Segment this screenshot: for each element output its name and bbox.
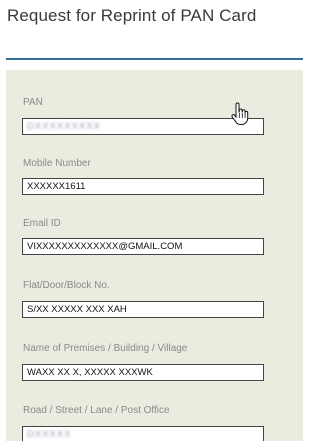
page-title: Request for Reprint of PAN Card (7, 6, 257, 25)
flat-door-block-input[interactable]: S/XX XXXXX XXX XAH (22, 301, 264, 318)
flat-door-block-label: Flat/Door/Block No. (23, 280, 110, 291)
email-id-input[interactable]: VIXXXXXXXXXXXXX@GMAIL.COM (22, 238, 264, 255)
pan-input[interactable]: DXXXXXXXXX (22, 118, 264, 135)
mobile-number-input[interactable]: XXXXXX1611 (22, 178, 264, 195)
road-street-lane-input[interactable]: DXXXXX (22, 426, 264, 441)
premises-building-village-label: Name of Premises / Building / Village (23, 343, 188, 354)
title-divider (6, 58, 303, 60)
pan-value: DXXXXXXXXX (27, 121, 101, 132)
mobile-number-label: Mobile Number (23, 158, 91, 169)
premises-building-village-input[interactable]: WAXX XX X, XXXXX XXXWK (22, 364, 264, 381)
hand-pointer-icon (231, 102, 249, 125)
reprint-form-panel: PAN DXXXXXXXXX Mobile Number XXXXXX1611 … (6, 70, 303, 441)
email-id-label: Email ID (23, 218, 61, 229)
pan-label: PAN (23, 97, 43, 108)
road-street-lane-label: Road / Street / Lane / Post Office (23, 405, 170, 416)
road-street-lane-value: DXXXXX (27, 429, 72, 440)
